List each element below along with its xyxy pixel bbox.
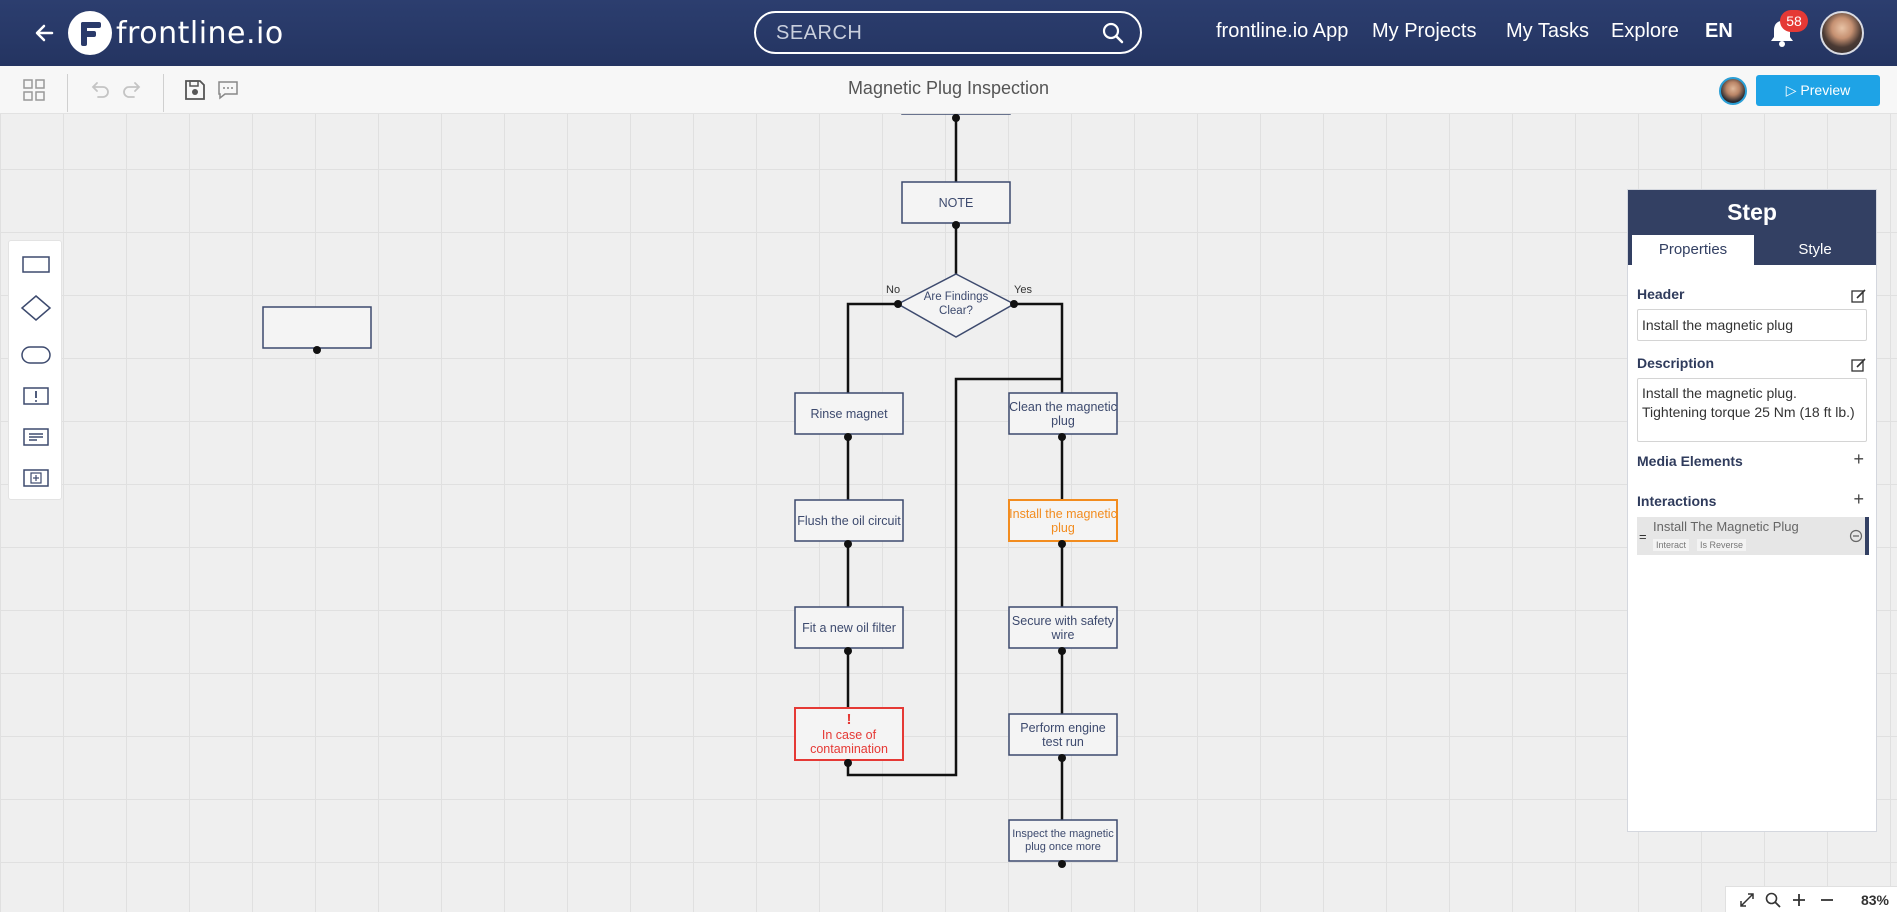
zoom-controls: 83% <box>1725 886 1897 912</box>
drag-handle-icon[interactable]: = <box>1639 529 1647 544</box>
search-icon[interactable] <box>1102 22 1124 44</box>
node-label-secure: Secure with safety wire <box>1011 613 1115 642</box>
document-title: Magnetic Plug Inspection <box>847 78 1050 98</box>
node-label-fit-filter: Fit a new oil filter <box>802 620 896 635</box>
search-input[interactable] <box>776 19 1076 47</box>
preview-button[interactable]: ▷ Preview <box>1756 75 1880 106</box>
remove-interaction-icon[interactable] <box>1849 529 1863 543</box>
note-shape-icon[interactable] <box>19 422 53 452</box>
node-label-inspect: Inspect the magnetic plug once more <box>1012 828 1114 853</box>
node-label-decision: Are Findings Clear? <box>923 291 989 317</box>
collaborator-avatar[interactable] <box>1719 77 1747 105</box>
warning-shape-icon[interactable] <box>19 381 53 411</box>
play-icon: ▷ <box>1785 82 1801 98</box>
branch-label-yes: Yes <box>1014 284 1032 296</box>
tab-properties[interactable]: Properties <box>1632 235 1754 265</box>
zoom-search-icon[interactable] <box>1764 891 1782 909</box>
header-section-label: Header <box>1637 286 1685 302</box>
node-label-note: NOTE <box>938 195 974 210</box>
empty-step-box[interactable] <box>262 306 372 349</box>
frontline-logo[interactable]: frontline.io <box>68 10 284 56</box>
diamond-shape-icon[interactable] <box>19 293 53 323</box>
add-media-icon[interactable]: + <box>1853 449 1864 470</box>
top-navigation-bar: frontline.io frontline.io App My Project… <box>0 0 1897 66</box>
node-label-flush: Flush the oil circuit <box>797 513 901 528</box>
media-elements-label: Media Elements <box>1637 453 1743 469</box>
interaction-tag-interact: Interact <box>1653 539 1690 551</box>
rounded-shape-icon[interactable] <box>19 340 53 370</box>
nav-link-my-tasks[interactable]: My Tasks <box>1506 20 1589 43</box>
node-label-contamination: ! In case of contamination <box>795 708 903 760</box>
interactions-label: Interactions <box>1637 493 1717 509</box>
flowchart-connectors <box>262 114 1118 868</box>
node-label-clean: Clean the magnetic plug <box>1009 399 1117 428</box>
shape-palette <box>8 240 62 500</box>
node-label-rinse: Rinse magnet <box>810 406 888 421</box>
logo-mark-icon <box>68 11 112 55</box>
contamination-text: In case of contamination <box>810 728 888 756</box>
description-textarea[interactable]: Install the magnetic plug. Tightening to… <box>1637 378 1867 442</box>
warning-exclamation-icon: ! <box>846 711 852 728</box>
brand-name: frontline.io <box>116 15 284 51</box>
search-box <box>754 11 1142 54</box>
branch-label-no: No <box>886 284 901 296</box>
interaction-item[interactable]: = Install The Magnetic Plug Interact Is … <box>1637 517 1869 555</box>
rectangle-shape-icon[interactable] <box>19 249 53 279</box>
add-interaction-icon[interactable]: + <box>1853 489 1864 510</box>
notification-badge: 58 <box>1780 10 1808 32</box>
preview-label: Preview <box>1800 82 1851 98</box>
header-input[interactable] <box>1637 309 1867 341</box>
nav-link-my-projects[interactable]: My Projects <box>1372 20 1476 43</box>
edit-description-icon[interactable] <box>1851 357 1867 373</box>
flowchart-canvas[interactable]: NOTE Are Findings Clear? No Yes Rinse ma… <box>0 114 1897 912</box>
fit-screen-icon[interactable] <box>1738 891 1756 909</box>
zoom-in-icon[interactable] <box>1790 891 1808 909</box>
editor-toolbar: Magnetic Plug Inspection ▷ Preview <box>0 66 1897 114</box>
nav-link-explore[interactable]: Explore <box>1611 20 1679 43</box>
interaction-title: Install The Magnetic Plug <box>1653 519 1799 534</box>
zoom-out-icon[interactable] <box>1818 891 1836 909</box>
user-avatar[interactable] <box>1820 11 1864 55</box>
edit-header-icon[interactable] <box>1851 288 1867 304</box>
zoom-level: 83% <box>1860 892 1889 908</box>
language-selector[interactable]: EN <box>1705 20 1733 43</box>
app-root: frontline.io frontline.io App My Project… <box>0 0 1897 912</box>
tab-style[interactable]: Style <box>1754 235 1876 265</box>
subprocess-shape-icon[interactable] <box>19 463 53 493</box>
step-properties-panel: Step Properties Style Header Description… <box>1627 189 1877 832</box>
panel-tabs: Properties Style <box>1628 235 1876 265</box>
node-label-engine-test: Perform engine test run <box>1020 720 1106 749</box>
panel-title: Step <box>1628 190 1876 235</box>
node-label-install: Install the magnetic plug <box>1009 506 1117 535</box>
nav-link-app[interactable]: frontline.io App <box>1216 20 1348 43</box>
back-arrow-icon[interactable] <box>30 18 60 48</box>
description-section-label: Description <box>1637 355 1715 371</box>
interaction-tag-reverse: Is Reverse <box>1697 539 1747 551</box>
